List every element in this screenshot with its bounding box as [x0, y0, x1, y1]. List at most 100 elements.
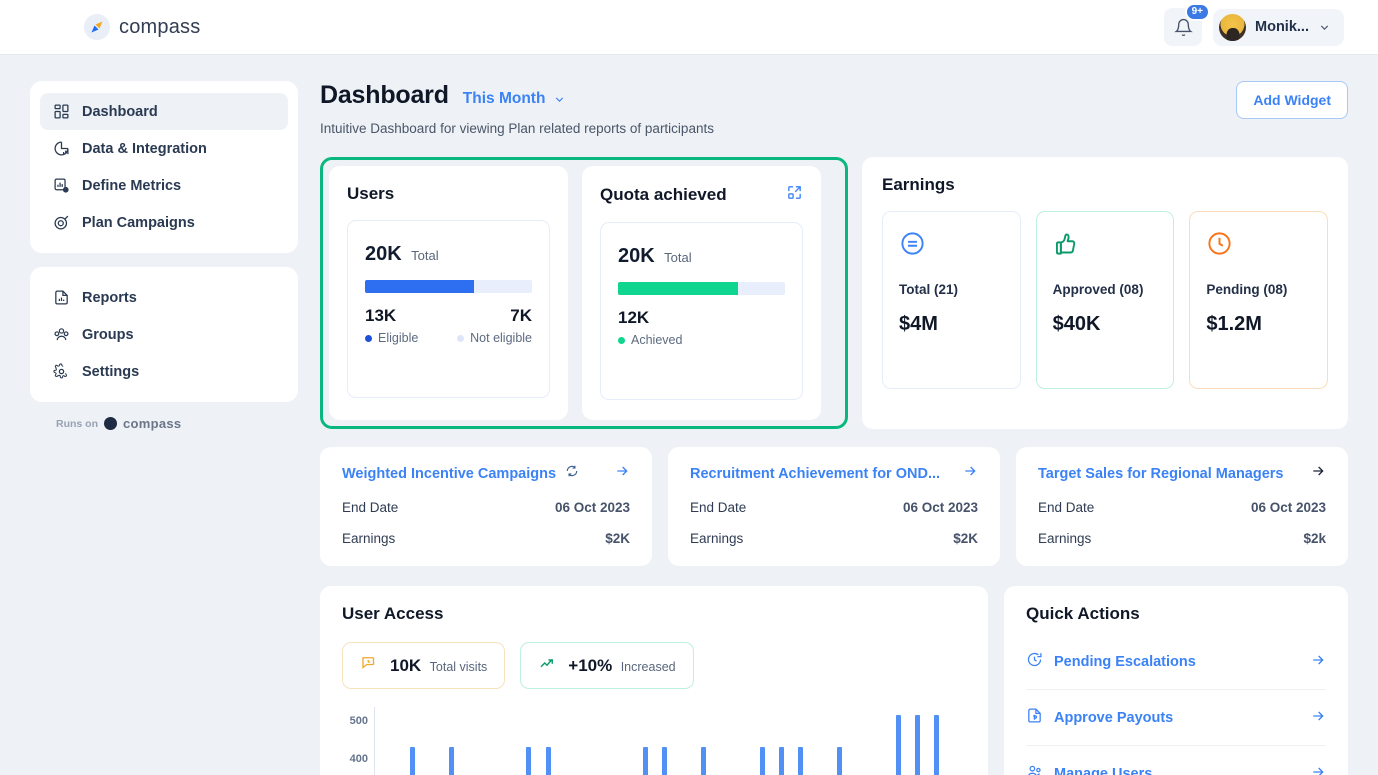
users-stats-box: 20K Total 13K 7K — [347, 220, 550, 398]
chart-bar-slot — [927, 707, 946, 775]
user-menu[interactable]: Monik... — [1213, 9, 1344, 46]
increase-chip: +10% Increased — [520, 642, 693, 689]
chart-bar[interactable] — [837, 747, 842, 775]
compass-mini-logo-icon — [104, 417, 117, 430]
campaign-title[interactable]: Weighted Incentive Campaigns — [342, 466, 556, 482]
chart-bar-slot — [383, 707, 402, 775]
campaign-end-date-value: 06 Oct 2023 — [903, 500, 978, 515]
quick-action-label: Pending Escalations — [1054, 654, 1196, 670]
chart-bar-slot — [694, 707, 713, 775]
users-not-eligible-value: 7K — [510, 306, 532, 326]
campaign-end-date-row: End Date 06 Oct 2023 — [342, 500, 630, 515]
sidebar-item-label: Data & Integration — [82, 141, 207, 157]
quota-achieved-card: Quota achieved 20K — [582, 166, 821, 420]
users-total-row: 20K Total — [365, 243, 532, 266]
quota-achieved-value: 12K — [618, 308, 649, 328]
users-legend: Eligible Not eligible — [365, 331, 532, 345]
runs-on-brand: compass — [123, 416, 181, 431]
campaign-earnings-label: Earnings — [1038, 531, 1091, 546]
earnings-approved-box[interactable]: Approved (08) $40K — [1036, 211, 1175, 389]
sidebar-item-reports[interactable]: Reports — [40, 279, 288, 316]
quick-action-manage-users[interactable]: Manage Users — [1026, 746, 1326, 775]
quick-action-pending-escalations[interactable]: Pending Escalations — [1026, 634, 1326, 690]
arrow-right-icon[interactable] — [1310, 652, 1326, 672]
user-access-card: User Access 10K Total visits — [320, 586, 988, 775]
users-total-value: 20K — [365, 243, 402, 265]
campaign-earnings-value: $2k — [1303, 531, 1326, 546]
visits-icon — [360, 654, 378, 677]
expand-icon[interactable] — [786, 184, 803, 206]
sidebar-item-dashboard[interactable]: Dashboard — [40, 93, 288, 130]
chart-bar[interactable] — [779, 747, 784, 775]
campaigns-row: Weighted Incentive Campaigns En — [320, 447, 1348, 566]
users-card-header: Users — [347, 184, 550, 204]
quick-action-label: Manage Users — [1054, 766, 1152, 775]
clock-icon — [1206, 244, 1233, 261]
brand-logo[interactable]: compass — [84, 14, 200, 40]
campaign-card[interactable]: Weighted Incentive Campaigns En — [320, 447, 652, 566]
chart-bar[interactable] — [934, 715, 939, 775]
bottom-row: User Access 10K Total visits — [320, 586, 1348, 775]
chart-bar[interactable] — [526, 747, 531, 775]
notification-badge: 9+ — [1185, 3, 1210, 21]
chart-bar-slot — [480, 707, 499, 775]
campaign-title[interactable]: Recruitment Achievement for OND... — [690, 466, 940, 482]
earnings-total-box[interactable]: Total (21) $4M — [882, 211, 1021, 389]
chart-bar[interactable] — [546, 747, 551, 775]
sidebar-item-groups[interactable]: Groups — [40, 316, 288, 353]
quick-actions-list: Pending Escalations — [1026, 634, 1326, 775]
chart-bar-slot — [830, 707, 849, 775]
arrow-right-icon[interactable] — [1310, 708, 1326, 728]
chevron-down-icon — [1318, 21, 1331, 34]
settings-icon — [52, 363, 70, 381]
campaign-end-date-label: End Date — [690, 500, 746, 515]
campaign-header: Target Sales for Regional Managers — [1038, 463, 1326, 484]
add-widget-button[interactable]: Add Widget — [1236, 81, 1348, 119]
chart-bar-slot — [888, 707, 907, 775]
quota-progress-fill — [618, 282, 738, 295]
refresh-icon[interactable] — [565, 464, 579, 483]
increase-value: +10% — [568, 656, 612, 675]
arrow-right-icon[interactable] — [962, 463, 978, 484]
chart-bar[interactable] — [760, 747, 765, 775]
chart-bar[interactable] — [896, 715, 901, 775]
chart-bar[interactable] — [643, 747, 648, 775]
chart-bar[interactable] — [701, 747, 706, 775]
earnings-label: Pending (08) — [1206, 282, 1311, 297]
quota-progress-track — [618, 282, 785, 295]
arrow-right-icon[interactable] — [614, 463, 630, 484]
notifications-button[interactable]: 9+ — [1164, 8, 1202, 46]
campaign-end-date-label: End Date — [1038, 500, 1094, 515]
chart-bar[interactable] — [798, 747, 803, 775]
earnings-label: Total (21) — [899, 282, 1004, 297]
period-selector[interactable]: This Month — [463, 90, 567, 108]
chart-bar[interactable] — [449, 747, 454, 775]
sidebar-item-settings[interactable]: Settings — [40, 353, 288, 390]
campaign-title[interactable]: Target Sales for Regional Managers — [1038, 466, 1284, 482]
chart-bar-slot — [869, 707, 888, 775]
increase-label: Increased — [621, 660, 676, 674]
arrow-right-icon[interactable] — [1310, 463, 1326, 484]
sidebar-item-data-integration[interactable]: Data & Integration — [40, 130, 288, 167]
legend-label: Eligible — [378, 331, 418, 345]
chart-bar[interactable] — [662, 747, 667, 775]
chart-bar-slot — [850, 707, 869, 775]
earnings-card-title: Earnings — [882, 175, 1328, 195]
avatar — [1219, 14, 1246, 41]
earnings-pending-box[interactable]: Pending (08) $1.2M — [1189, 211, 1328, 389]
sidebar-item-define-metrics[interactable]: Define Metrics — [40, 167, 288, 204]
legend-dot — [457, 335, 464, 342]
quick-action-approve-payouts[interactable]: Approve Payouts — [1026, 690, 1326, 746]
quota-card-title: Quota achieved — [600, 185, 727, 205]
sidebar-item-plan-campaigns[interactable]: Plan Campaigns — [40, 204, 288, 241]
quota-total-row: 20K Total — [618, 245, 785, 268]
plan-campaigns-icon — [52, 214, 70, 232]
campaign-end-date-row: End Date 06 Oct 2023 — [690, 500, 978, 515]
chart-bar[interactable] — [410, 747, 415, 775]
chart-bar[interactable] — [915, 715, 920, 775]
campaign-card[interactable]: Target Sales for Regional Managers End D… — [1016, 447, 1348, 566]
chart-y-tick: 500 — [342, 715, 368, 727]
campaign-card[interactable]: Recruitment Achievement for OND... End D… — [668, 447, 1000, 566]
arrow-right-icon[interactable] — [1310, 764, 1326, 775]
chart-bar-slot — [558, 707, 577, 775]
